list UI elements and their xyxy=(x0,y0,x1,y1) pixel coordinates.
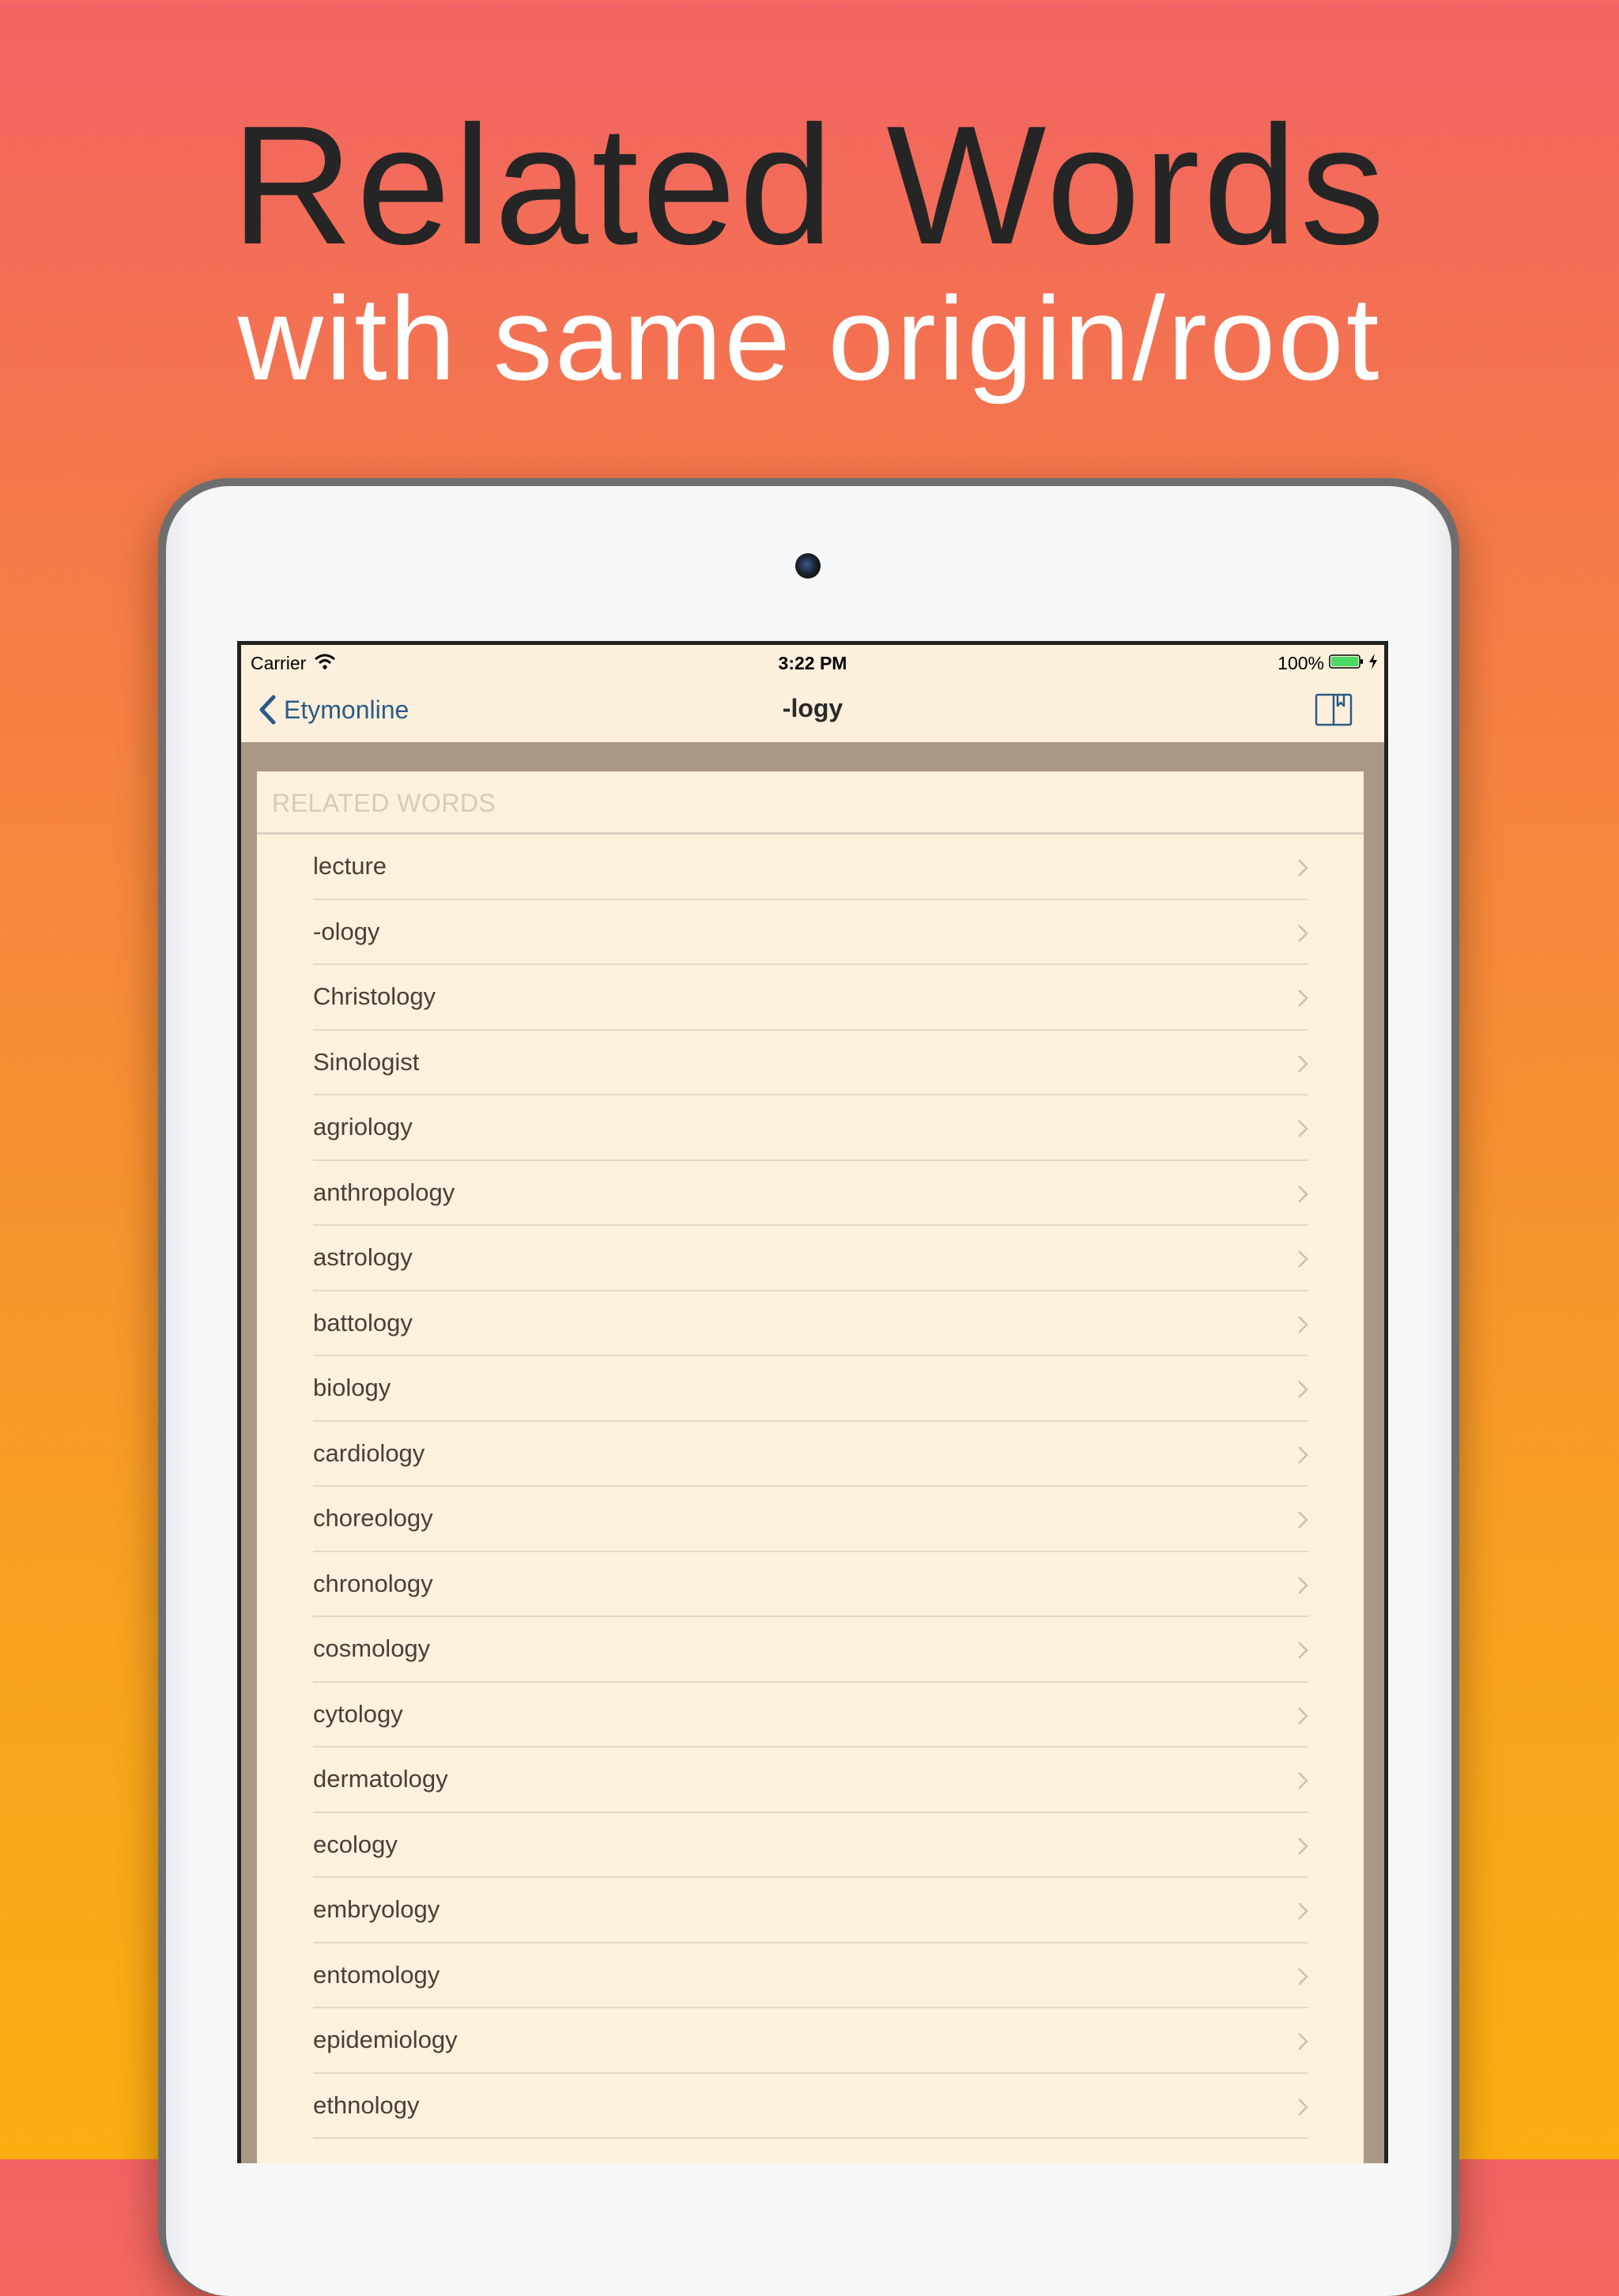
list-item[interactable]: Christology xyxy=(313,965,1308,1031)
list-item[interactable]: agriology xyxy=(313,1095,1308,1161)
chevron-right-icon xyxy=(1298,1315,1308,1333)
chevron-right-icon xyxy=(1298,2098,1308,2116)
list-item-label: agriology xyxy=(313,1113,413,1141)
list-item-label: ethnology xyxy=(313,2091,420,2119)
list-item[interactable]: cytology xyxy=(313,1683,1308,1747)
list-item-label: lecture xyxy=(313,852,387,880)
list-item-label: battology xyxy=(313,1308,413,1337)
chevron-right-icon xyxy=(1298,859,1308,877)
list-item[interactable]: lecture xyxy=(313,835,1308,900)
list-item[interactable]: battology xyxy=(313,1291,1308,1356)
chevron-right-icon xyxy=(1298,1576,1308,1594)
list-item-label: epidemiology xyxy=(313,2026,458,2054)
list-item[interactable]: Sinologist xyxy=(313,1031,1308,1095)
promo-subline: with same origin/root xyxy=(237,272,1382,405)
list-item[interactable]: entomology xyxy=(313,1943,1308,2008)
list-item[interactable]: astrology xyxy=(313,1226,1308,1291)
chevron-right-icon xyxy=(1298,1446,1308,1464)
battery-icon xyxy=(1329,654,1363,669)
charging-bolt-icon xyxy=(1369,654,1377,669)
chevron-right-icon xyxy=(1298,1511,1308,1529)
list-item[interactable]: ecology xyxy=(313,1813,1308,1878)
list-item[interactable]: choreology xyxy=(313,1487,1308,1552)
list-item-label: astrology xyxy=(313,1243,413,1272)
list-item-label: anthropology xyxy=(313,1178,455,1206)
chevron-right-icon xyxy=(1298,1120,1308,1137)
related-words-card: RELATED WORDS lecture -ology Christology Si… xyxy=(257,771,1364,2163)
chevron-right-icon xyxy=(1298,1185,1308,1203)
related-words-list: lecture -ology Christology Sinologist agriol… xyxy=(257,835,1364,2139)
list-item-label: cytology xyxy=(313,1699,403,1728)
list-item-label: dermatology xyxy=(313,1765,448,1793)
list-item[interactable]: chronology xyxy=(313,1552,1308,1617)
navigation-bar: Etymonline -logy xyxy=(241,678,1384,742)
list-item-label: Sinologist xyxy=(313,1047,420,1076)
app-screen: Carrier 3:22 PM 100% Etymonline -logy RE… xyxy=(237,641,1388,2163)
chevron-right-icon xyxy=(1298,1381,1308,1398)
list-item[interactable]: ethnology xyxy=(313,2074,1308,2139)
book-bookmark-icon[interactable] xyxy=(1315,692,1353,727)
status-bar: Carrier 3:22 PM 100% xyxy=(241,645,1384,678)
list-item-label: biology xyxy=(313,1374,391,1402)
chevron-right-icon xyxy=(1298,1642,1308,1659)
list-item[interactable]: embryology xyxy=(313,1878,1308,1943)
list-item[interactable]: biology xyxy=(313,1356,1308,1422)
list-item[interactable]: dermatology xyxy=(313,1747,1308,1813)
chevron-right-icon xyxy=(1298,1706,1308,1725)
promo-headline: Related Words xyxy=(231,91,1388,280)
list-item[interactable]: cosmology xyxy=(313,1617,1308,1683)
list-item[interactable]: cardiology xyxy=(313,1422,1308,1487)
list-item-label: cardiology xyxy=(313,1438,425,1467)
battery-percent: 100% xyxy=(1277,653,1324,673)
chevron-right-icon xyxy=(1298,990,1308,1007)
list-item-label: -ology xyxy=(313,917,380,945)
list-item-label: embryology xyxy=(313,1895,440,1924)
list-item-label: chronology xyxy=(313,1569,433,1597)
chevron-right-icon xyxy=(1298,1902,1308,1920)
list-item[interactable]: epidemiology xyxy=(313,2008,1308,2074)
list-item-label: choreology xyxy=(313,1504,433,1533)
page-title: -logy xyxy=(782,694,843,722)
list-item-label: cosmology xyxy=(313,1634,431,1663)
list-item-label: Christology xyxy=(313,982,436,1011)
chevron-right-icon xyxy=(1298,1967,1308,1985)
chevron-right-icon xyxy=(1298,924,1308,942)
list-item[interactable]: -ology xyxy=(313,900,1308,965)
list-item-label: ecology xyxy=(313,1830,398,1858)
chevron-right-icon xyxy=(1298,1837,1308,1855)
chevron-right-icon xyxy=(1298,1772,1308,1789)
list-item[interactable]: anthropology xyxy=(313,1161,1308,1226)
chevron-right-icon xyxy=(1298,1054,1308,1073)
section-header: RELATED WORDS xyxy=(257,771,1364,835)
camera-icon xyxy=(795,553,821,579)
chevron-right-icon xyxy=(1298,1250,1308,1268)
status-time: 3:22 PM xyxy=(778,653,847,673)
chevron-right-icon xyxy=(1298,2033,1308,2050)
list-item-label: entomology xyxy=(313,1960,440,1989)
